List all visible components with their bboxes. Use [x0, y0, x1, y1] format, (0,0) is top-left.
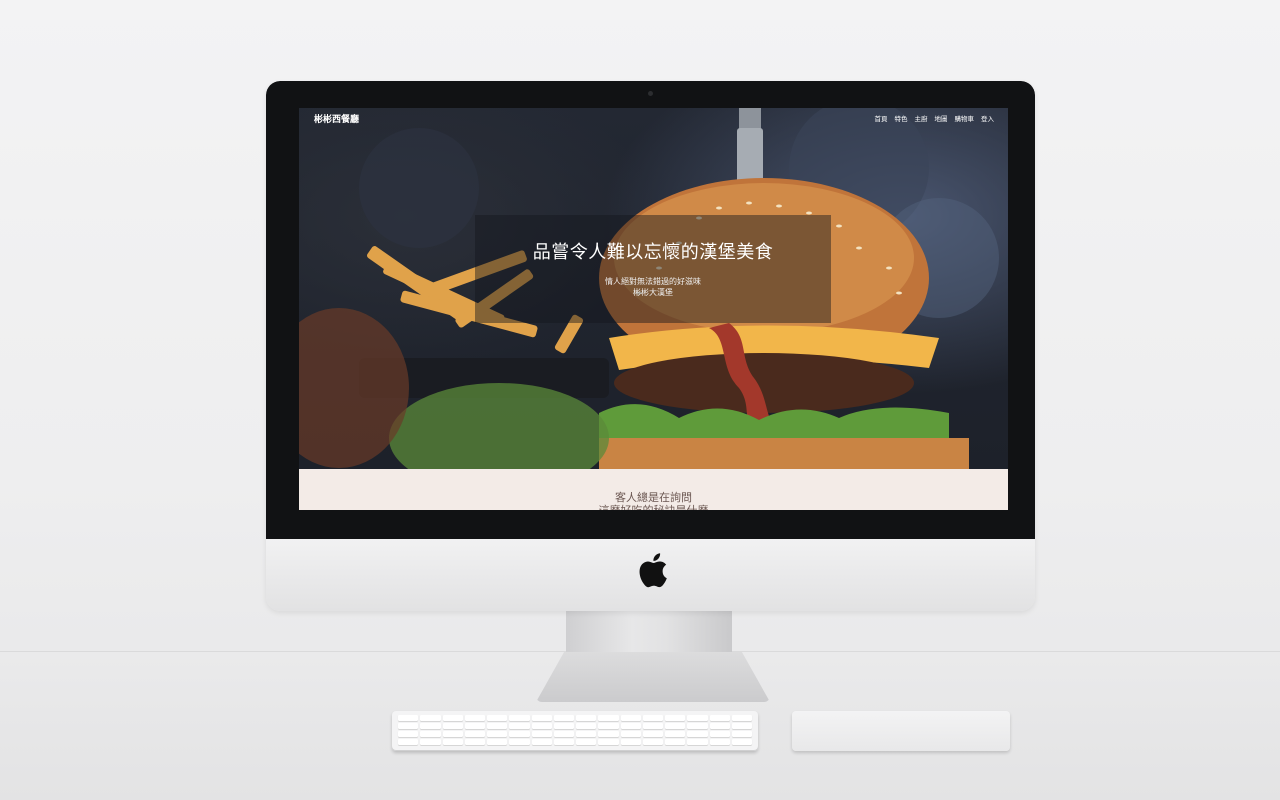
keyboard-key	[731, 731, 752, 737]
keyboard-key	[620, 731, 641, 737]
monitor-stand-neck	[566, 611, 732, 655]
keyboard-key	[398, 739, 419, 745]
keyboard-key	[642, 739, 663, 745]
nav-map[interactable]: 地圖	[935, 113, 948, 123]
site-logo[interactable]: 彬彬西餐廳	[314, 112, 359, 125]
keyboard-key	[687, 731, 708, 737]
keyboard-key	[598, 739, 619, 745]
keyboard-key	[665, 715, 686, 721]
keyboard-key	[509, 731, 530, 737]
hero-text-box: 品嘗令人難以忘懷的漢堡美食 情人絕對無法錯過的好滋味 彬彬大漢堡	[475, 215, 831, 323]
keyboard-key	[398, 723, 419, 729]
keyboard-key	[464, 739, 485, 745]
keyboard-row	[398, 731, 752, 737]
keyboard	[392, 711, 758, 751]
keyboard-key	[576, 715, 597, 721]
keyboard-key	[642, 723, 663, 729]
site-header: 彬彬西餐廳 首頁 特色 主廚 地圖 購物車 登入	[299, 108, 1008, 130]
website-screen: 彬彬西餐廳 首頁 特色 主廚 地圖 購物車 登入 品嘗令人難以忘懷的漢堡美食 情…	[299, 108, 1008, 510]
keyboard-key	[598, 715, 619, 721]
keyboard-row	[398, 715, 752, 721]
keyboard-key	[509, 715, 530, 721]
keyboard-key	[687, 739, 708, 745]
intro-line2: 這麼好吃的秘訣是什麼	[299, 502, 1008, 510]
keyboard-key	[398, 731, 419, 737]
keyboard-key	[553, 739, 574, 745]
keyboard-key	[487, 739, 508, 745]
keyboard-key	[420, 739, 441, 745]
keyboard-row	[398, 723, 752, 729]
keyboard-key	[642, 731, 663, 737]
keyboard-key	[398, 715, 419, 721]
keyboard-key	[731, 723, 752, 729]
keyboard-key	[576, 739, 597, 745]
keyboard-key	[420, 731, 441, 737]
trackpad	[792, 711, 1010, 751]
keyboard-key	[464, 723, 485, 729]
hero-title: 品嘗令人難以忘懷的漢堡美食	[532, 242, 774, 263]
keyboard-key	[642, 715, 663, 721]
keyboard-key	[487, 731, 508, 737]
nav-home[interactable]: 首頁	[875, 113, 888, 123]
keyboard-key	[709, 715, 730, 721]
keyboard-key	[442, 739, 463, 745]
keyboard-key	[709, 731, 730, 737]
keyboard-key	[509, 739, 530, 745]
nav-chef[interactable]: 主廚	[915, 113, 928, 123]
keyboard-key	[598, 731, 619, 737]
keyboard-key	[620, 739, 641, 745]
keyboard-key	[442, 731, 463, 737]
nav-features[interactable]: 特色	[895, 113, 908, 123]
keyboard-key	[576, 731, 597, 737]
keyboard-key	[442, 715, 463, 721]
main-nav: 首頁 特色 主廚 地圖 購物車 登入	[875, 113, 995, 123]
keyboard-key	[420, 723, 441, 729]
keyboard-key	[531, 739, 552, 745]
keyboard-key	[553, 723, 574, 729]
keyboard-key	[687, 723, 708, 729]
nav-login[interactable]: 登入	[981, 113, 994, 123]
nav-cart[interactable]: 購物車	[955, 113, 975, 123]
hero-subtitle-line1: 情人絕對無法錯過的好滋味	[605, 277, 701, 286]
keyboard-key	[442, 723, 463, 729]
keyboard-key	[531, 723, 552, 729]
apple-logo-icon	[639, 553, 667, 588]
scene: 彬彬西餐廳 首頁 特色 主廚 地圖 購物車 登入 品嘗令人難以忘懷的漢堡美食 情…	[0, 0, 1280, 800]
keyboard-key	[665, 739, 686, 745]
keyboard-key	[531, 715, 552, 721]
keyboard-key	[553, 715, 574, 721]
monitor-chin	[266, 539, 1035, 611]
keyboard-key	[709, 739, 730, 745]
camera-icon	[648, 91, 653, 96]
keyboard-key	[464, 715, 485, 721]
keyboard-key	[709, 723, 730, 729]
keyboard-key	[731, 715, 752, 721]
hero-section: 彬彬西餐廳 首頁 特色 主廚 地圖 購物車 登入 品嘗令人難以忘懷的漢堡美食 情…	[299, 108, 1008, 469]
keyboard-key	[665, 731, 686, 737]
keyboard-key	[620, 723, 641, 729]
intro-section: 客人總是在詢問 這麼好吃的秘訣是什麼	[299, 469, 1008, 510]
keyboard-key	[509, 723, 530, 729]
keyboard-key	[420, 715, 441, 721]
monitor-stand-foot	[536, 652, 770, 702]
keyboard-key	[598, 723, 619, 729]
keyboard-key	[487, 715, 508, 721]
keyboard-key	[731, 739, 752, 745]
keyboard-key	[531, 731, 552, 737]
keyboard-key	[665, 723, 686, 729]
keyboard-key	[487, 723, 508, 729]
keyboard-key	[553, 731, 574, 737]
hero-subtitle-line2: 彬彬大漢堡	[633, 288, 673, 297]
keyboard-row	[398, 739, 752, 745]
keyboard-key	[620, 715, 641, 721]
keyboard-key	[576, 723, 597, 729]
keyboard-key	[464, 731, 485, 737]
keyboard-key	[687, 715, 708, 721]
